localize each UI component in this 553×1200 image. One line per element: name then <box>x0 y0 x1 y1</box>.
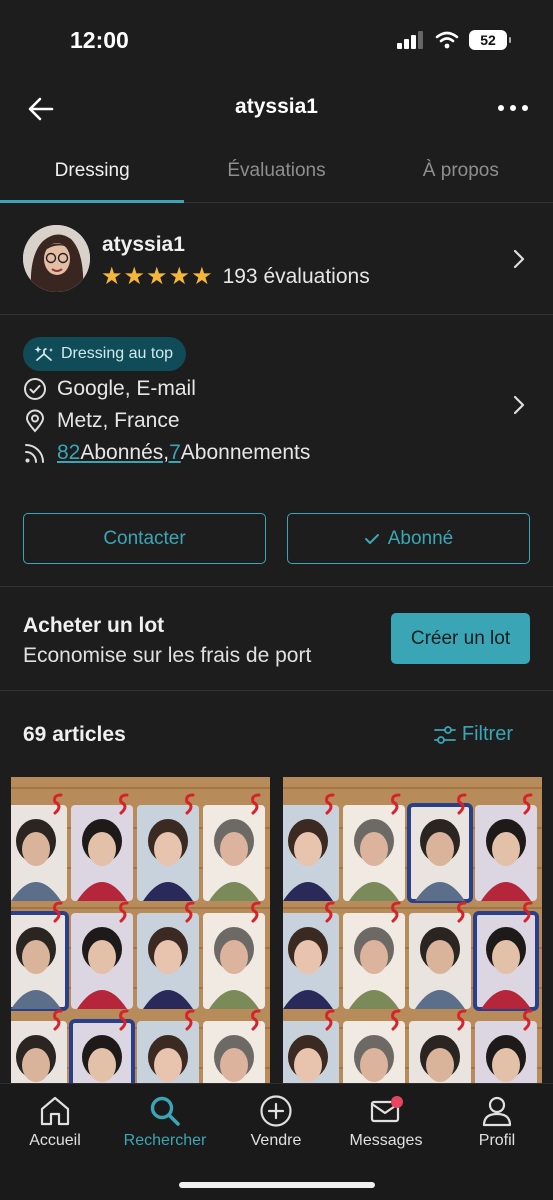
user-icon <box>482 1096 512 1127</box>
verified-row: Google, E-mail <box>23 377 196 401</box>
followers-label: Abonnés, <box>80 441 170 464</box>
item-card-photo[interactable] <box>11 777 270 1083</box>
home-icon <box>40 1096 70 1126</box>
search-icon <box>150 1096 180 1126</box>
following-label: Abonnements <box>180 441 311 464</box>
location-pin-icon <box>25 409 45 433</box>
page-title: atyssia1 <box>235 95 318 118</box>
avatar <box>23 225 90 292</box>
nav-sell[interactable]: Vendre <box>221 1094 331 1150</box>
status-icons: 52 <box>397 30 511 50</box>
profile-tabs: Dressing Évaluations À propos <box>0 146 553 203</box>
review-count: 193 évaluations <box>222 264 370 288</box>
tab-evaluations[interactable]: Évaluations <box>184 146 368 202</box>
contact-button[interactable]: Contacter <box>23 513 266 564</box>
top-bar: atyssia1 <box>0 80 553 136</box>
bundle-subtitle: Economise sur les frais de port <box>23 644 312 667</box>
followers-link[interactable]: 82 <box>57 441 80 465</box>
followers-row: 82 Abonnés, 7 Abonnements <box>23 441 310 465</box>
check-circle-icon <box>24 378 46 400</box>
nav-search-label: Rechercher <box>123 1132 207 1149</box>
create-bundle-button[interactable]: Créer un lot <box>391 613 530 664</box>
filter-label: Filtrer <box>461 723 513 745</box>
nav-messages-label: Messages <box>349 1132 423 1149</box>
profile-username: atyssia1 <box>102 233 185 256</box>
sparkle-hanger-icon <box>34 346 53 361</box>
wifi-icon <box>435 31 459 49</box>
following-link[interactable]: 7 <box>169 441 181 465</box>
bundle-title: Acheter un lot <box>23 614 165 637</box>
location-text: Metz, France <box>57 409 180 432</box>
tab-dressing[interactable]: Dressing <box>0 146 185 203</box>
signal-icon <box>397 31 423 49</box>
notification-dot <box>391 1096 403 1108</box>
item-grid <box>11 777 542 1083</box>
nav-sell-label: Vendre <box>250 1132 302 1149</box>
plus-circle-icon <box>260 1095 292 1127</box>
status-badge: Dressing au top <box>23 337 187 371</box>
tab-about[interactable]: À propos <box>369 146 553 202</box>
nav-home-label: Accueil <box>29 1132 81 1149</box>
rating: ★★★★★ 193 évaluations <box>101 262 370 291</box>
mail-icon <box>370 1096 403 1123</box>
verified-methods: Google, E-mail <box>57 377 196 400</box>
more-options-icon[interactable] <box>497 94 529 122</box>
bottom-navigation: Accueil Rechercher Vendre Messages Profi… <box>0 1083 553 1200</box>
filter-button[interactable]: Filtrer <box>433 723 513 746</box>
home-indicator <box>179 1182 375 1188</box>
chevron-right-icon[interactable] <box>512 395 526 415</box>
filter-sliders-icon <box>433 725 456 744</box>
profile-summary[interactable]: atyssia1 ★★★★★ 193 évaluations <box>0 203 553 315</box>
chevron-right-icon <box>513 249 525 269</box>
badge-label: Dressing au top <box>61 345 174 362</box>
member-info: Dressing au top Google, E-mail Metz, Fra… <box>0 315 553 587</box>
nav-profile-label: Profil <box>478 1132 516 1149</box>
nav-profile[interactable]: Profil <box>442 1094 552 1150</box>
nav-messages[interactable]: Messages <box>331 1094 441 1150</box>
nav-home[interactable]: Accueil <box>0 1094 110 1150</box>
location-row: Metz, France <box>23 409 180 433</box>
following-button-label: Abonné <box>387 527 454 549</box>
battery-indicator: 52 <box>469 30 511 50</box>
rss-icon <box>25 444 44 463</box>
nav-search[interactable]: Rechercher <box>110 1094 220 1150</box>
check-icon <box>364 533 379 544</box>
item-card-photo[interactable] <box>283 777 542 1083</box>
following-button[interactable]: Abonné <box>287 513 530 564</box>
star-rating: ★★★★★ <box>101 263 214 290</box>
article-count: 69 articles <box>23 723 126 746</box>
articles-header: 69 articles Filtrer <box>0 691 553 776</box>
status-bar: 12:00 52 <box>0 0 553 80</box>
status-time: 12:00 <box>70 27 129 53</box>
profile-actions: Contacter Abonné <box>23 513 530 564</box>
bundle-section: Acheter un lot Economise sur les frais d… <box>0 587 553 691</box>
